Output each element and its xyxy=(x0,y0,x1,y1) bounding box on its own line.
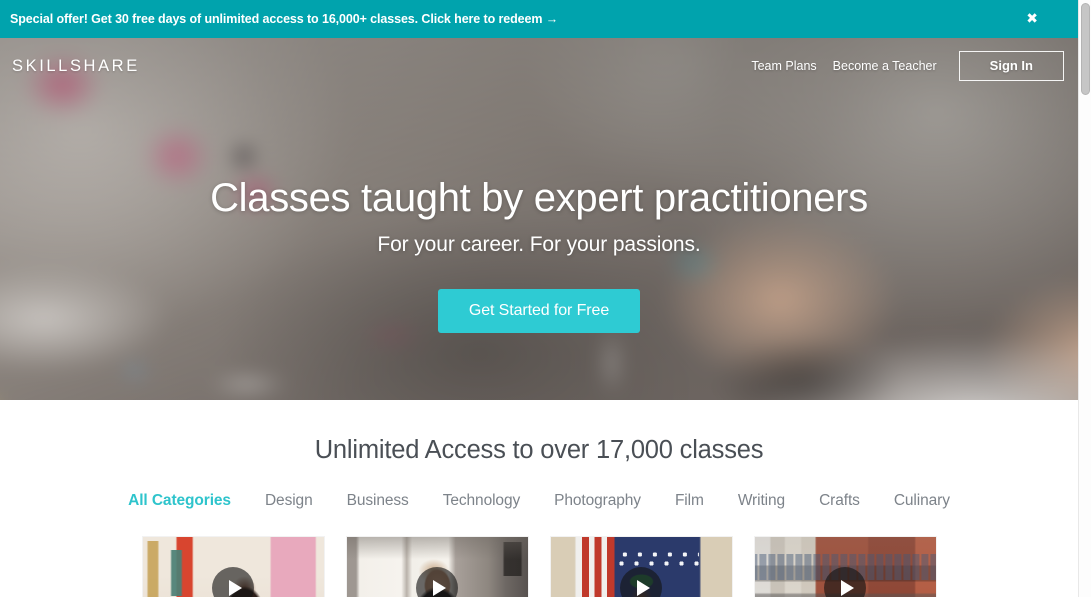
hero-title: Classes taught by expert practitioners xyxy=(210,176,868,220)
tab-writing[interactable]: Writing xyxy=(721,492,802,510)
promo-banner[interactable]: Special offer! Get 30 free days of unlim… xyxy=(0,0,1078,38)
class-card[interactable] xyxy=(346,537,528,597)
promo-banner-text[interactable]: Special offer! Get 30 free days of unlim… xyxy=(10,12,558,26)
tab-film[interactable]: Film xyxy=(658,492,721,510)
skillshare-logo[interactable]: SKILLSHARE xyxy=(12,57,140,76)
category-tabs: All Categories Design Business Technolog… xyxy=(0,492,1078,510)
site-header: SKILLSHARE Team Plans Become a Teacher S… xyxy=(0,38,1078,94)
header-nav: Team Plans Become a Teacher Sign In xyxy=(751,50,1064,82)
tab-design[interactable]: Design xyxy=(248,492,330,510)
classes-section: Unlimited Access to over 17,000 classes … xyxy=(0,400,1078,597)
page-viewport: Special offer! Get 30 free days of unlim… xyxy=(0,0,1078,597)
sign-in-button[interactable]: Sign In xyxy=(958,50,1064,82)
scrollbar-thumb[interactable] xyxy=(1081,3,1090,95)
tab-all-categories[interactable]: All Categories xyxy=(111,492,248,510)
tab-photography[interactable]: Photography xyxy=(537,492,658,510)
nav-link-team-plans[interactable]: Team Plans xyxy=(751,59,816,73)
tab-technology[interactable]: Technology xyxy=(426,492,537,510)
hero-subtitle: For your career. For your passions. xyxy=(377,232,701,256)
get-started-button[interactable]: Get Started for Free xyxy=(437,288,641,333)
section-title: Unlimited Access to over 17,000 classes xyxy=(314,436,764,464)
page-scrollbar[interactable] xyxy=(1078,0,1091,597)
tab-business[interactable]: Business xyxy=(330,492,426,510)
nav-link-become-a-teacher[interactable]: Become a Teacher xyxy=(833,59,937,73)
class-card[interactable] xyxy=(550,537,732,597)
class-grid xyxy=(0,537,1078,597)
hero-copy: Classes taught by expert practitioners F… xyxy=(0,176,1078,333)
class-card[interactable] xyxy=(142,537,324,597)
tab-crafts[interactable]: Crafts xyxy=(802,492,877,510)
close-icon[interactable]: ✖ xyxy=(1026,12,1038,26)
hero-section: SKILLSHARE Team Plans Become a Teacher S… xyxy=(0,38,1078,400)
class-card[interactable] xyxy=(754,537,936,597)
browser-page: Special offer! Get 30 free days of unlim… xyxy=(0,0,1091,597)
tab-culinary[interactable]: Culinary xyxy=(877,492,967,510)
